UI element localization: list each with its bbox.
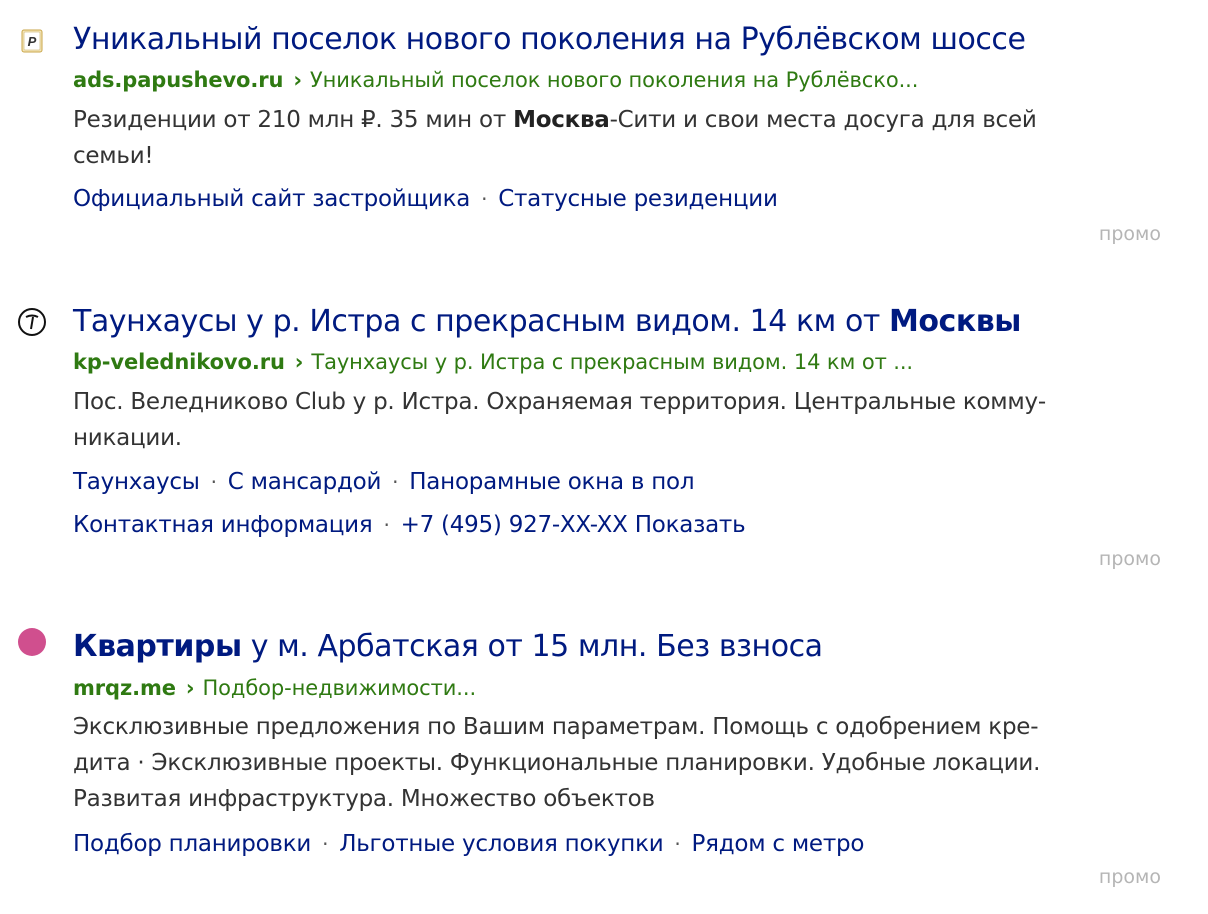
snippet-text: Развитая инфраструктура. Множество объек… [73,786,655,812]
snippet-text: семьи! [73,143,154,169]
result-path-link[interactable]: Уникальный поселок нового поколения на Р… [310,68,918,92]
promo-label: промо [1098,223,1161,245]
sitelink-dot: · [392,470,399,494]
result-title[interactable]: Уникальный поселок нового поколения на Р… [73,20,1026,60]
papushevo-favicon-icon[interactable]: P [17,26,47,56]
title-text: у м. Арбатская от 15 млн. Без взноса [241,629,823,664]
result-domain-link[interactable]: kp-velednikovo.ru [73,350,285,374]
result-title[interactable]: Квартиры у м. Арбатская от 15 млн. Без в… [73,627,823,667]
result-url: mrqz.me › Подбор-недвижимости... [73,673,476,703]
snippet-text: Эксклюзивные предложения по Вашим параме… [73,714,1039,740]
breadcrumb-separator: › [185,676,195,700]
result-title[interactable]: Таунхаусы у р. Истра с прекрасным видом.… [73,302,1021,342]
result-path-link[interactable]: Подбор-недвижимости... [202,676,476,700]
promo-label: промо [1098,866,1161,888]
sitelink-layout-selection[interactable]: Подбор планировки [73,831,311,857]
snippet-text: Резиденции от 210 млн ₽. 35 мин от [73,107,514,133]
snippet-text: -Сити и свои места досуга для всей [609,107,1037,133]
result-sitelinks-row-2: Контактная информация · +7 (495) 927-XX-XX… [73,507,746,543]
svg-text:P: P [28,34,37,49]
title-text: Таунхаусы у р. Истра с прекрасным видом.… [73,304,889,339]
sitelink-official-site[interactable]: Официальный сайт застройщика [73,186,470,212]
result-snippet: Резиденции от 210 млн ₽. 35 мин от Москв… [73,102,1153,174]
sitelink-status-residences[interactable]: Статусные резиденции [498,186,778,212]
promo-label: промо [1098,548,1161,570]
result-domain-link[interactable]: mrqz.me [73,676,176,700]
mrqz-favicon-icon[interactable] [17,627,47,657]
result-url: ads.papushevo.ru › Уникальный поселок ново… [73,65,918,95]
snippet-text: дита · Эксклюзивные проекты. Функциональ… [73,750,1041,776]
result-sitelinks: Официальный сайт застройщика · Статусные р… [73,181,778,217]
breadcrumb-separator: › [293,68,302,92]
sitelink-preferential-terms[interactable]: Льготные условия покупки [339,831,663,857]
sitelink-townhouses[interactable]: Таунхаусы [73,469,200,495]
breadcrumb-separator: › [294,350,304,374]
result-path-link[interactable]: Таунхаусы у р. Истра с прекрасным видом.… [311,350,913,374]
velednikovo-favicon-icon[interactable] [17,307,47,337]
snippet-text: никации. [73,425,182,451]
sitelink-panoramic-windows[interactable]: Панорамные окна в пол [409,469,694,495]
sitelink-show-phone[interactable]: +7 (495) 927-XX-XX Показать [401,512,746,538]
sitelink-contact-info[interactable]: Контактная информация [73,512,373,538]
result-snippet: Эксклюзивные предложения по Вашим параме… [73,709,1153,817]
title-highlight: Квартиры [73,629,242,664]
result-sitelinks-row-1: Таунхаусы · С мансардой · Панорамные окна в … [73,464,695,500]
title-highlight: Москвы [888,304,1021,339]
snippet-text: Пос. Веледниково Club у р. Истра. Охраня… [73,389,1046,415]
sitelink-near-metro[interactable]: Рядом с метро [692,831,865,857]
sitelink-dot: · [481,187,488,211]
result-url: kp-velednikovo.ru › Таунхаусы у р. Истра с… [73,347,913,377]
sitelink-dot: · [210,470,217,494]
result-snippet: Пос. Веледниково Club у р. Истра. Охраня… [73,384,1153,456]
sitelink-dot: · [383,513,390,537]
result-domain-link[interactable]: ads.papushevo.ru [73,68,283,92]
mrqz-dot [18,628,46,656]
snippet-highlight: Москва [513,107,610,133]
result-sitelinks: Подбор планировки · Льготные условия покуп… [73,826,864,862]
sitelink-dot: · [674,832,681,856]
sitelink-dot: · [322,832,329,856]
sitelink-mansard[interactable]: С мансардой [228,469,382,495]
